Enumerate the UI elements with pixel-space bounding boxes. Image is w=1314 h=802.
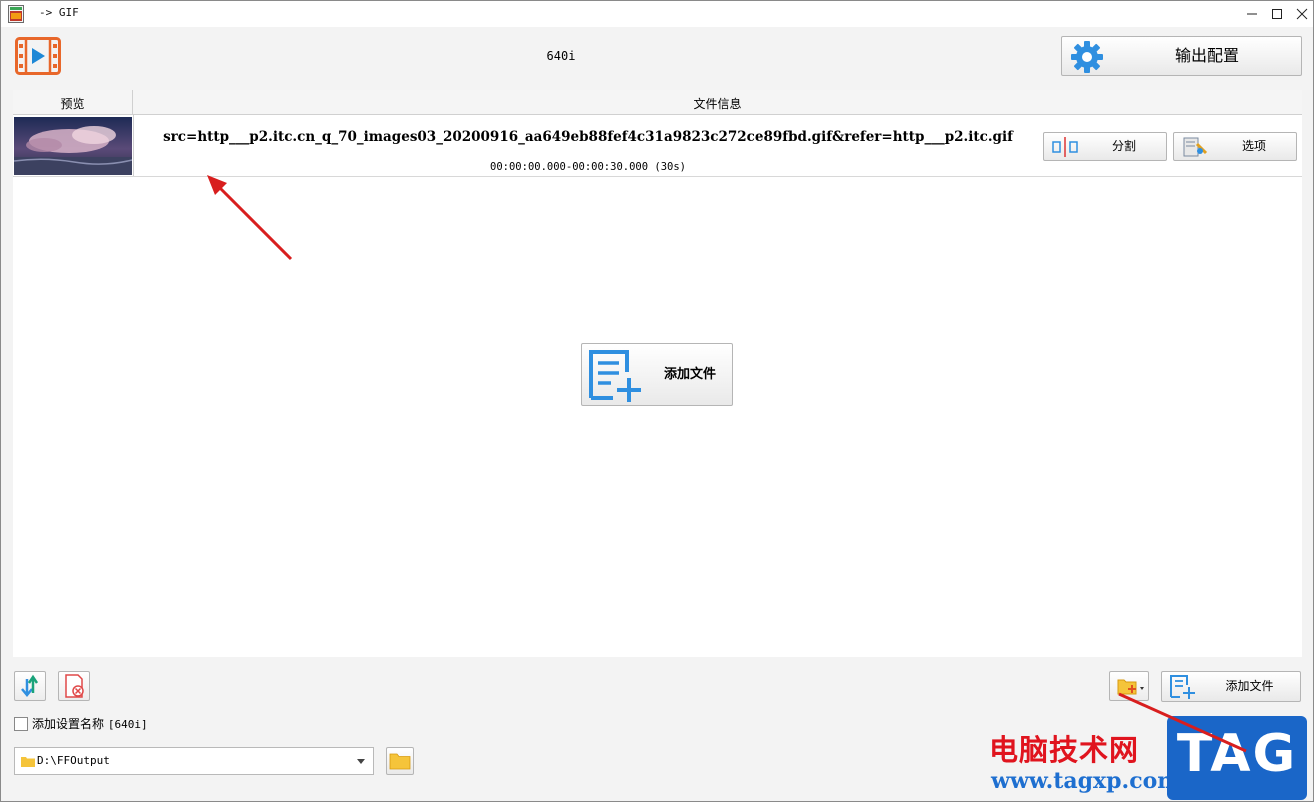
file-row[interactable]: src=http___p2.itc.cn_q_70_images03_20200… <box>13 115 1302 177</box>
file-list-header: 预览 文件信息 <box>13 90 1302 115</box>
output-path-value: D:\FFOutput <box>37 754 110 767</box>
add-file-label: 添加文件 <box>1225 679 1274 693</box>
column-header-file-info: 文件信息 <box>693 97 742 111</box>
split-label: 分割 <box>1111 139 1136 153</box>
sort-button[interactable] <box>14 671 46 701</box>
column-divider <box>133 115 134 176</box>
options-settings-icon <box>1183 137 1208 157</box>
sort-arrows-icon <box>21 674 39 697</box>
watermark-tag-logo: TAG <box>1167 716 1307 800</box>
watermark-text: 电脑技术网 <box>989 733 1140 767</box>
column-header-preview: 预览 <box>13 90 133 114</box>
options-label: 选项 <box>1241 139 1266 153</box>
folder-icon <box>21 757 35 767</box>
gear-icon <box>1071 41 1103 73</box>
minimize-icon <box>1247 13 1257 15</box>
window-title: -> GIF <box>39 6 79 19</box>
browse-folder-button[interactable] <box>386 747 414 775</box>
add-folder-button[interactable] <box>1109 671 1149 701</box>
add-file-center-button[interactable]: 添加文件 <box>581 343 733 406</box>
close-button[interactable] <box>1287 1 1313 27</box>
watermark-tag-text: TAG <box>1176 724 1298 784</box>
add-file-icon <box>1170 675 1195 699</box>
add-profile-name-label: 添加设置名称 [640i] <box>32 715 148 732</box>
close-icon <box>1296 8 1308 20</box>
add-file-center-label: 添加文件 <box>663 367 716 382</box>
add-profile-name-text: 添加设置名称 <box>32 717 105 731</box>
output-config-label: 输出配置 <box>1174 46 1239 65</box>
add-profile-name-checkbox[interactable] <box>14 717 28 731</box>
header-bar: 640i 输出配置 <box>1 27 1313 89</box>
add-folder-icon <box>1117 679 1144 695</box>
preview-thumbnail <box>14 117 132 175</box>
app-icon <box>8 5 24 23</box>
add-file-icon <box>589 350 641 402</box>
maximize-icon <box>1272 9 1282 19</box>
delete-file-icon <box>65 674 84 698</box>
add-file-button[interactable]: 添加文件 <box>1161 671 1301 702</box>
folder-icon <box>389 753 411 770</box>
split-icon <box>1052 137 1078 157</box>
output-config-button[interactable]: 输出配置 <box>1061 36 1302 76</box>
split-button[interactable]: 分割 <box>1043 132 1167 161</box>
watermark-url: www.tagxp.com <box>991 768 1181 794</box>
output-path-dropdown[interactable]: D:\FFOutput <box>14 747 374 775</box>
profile-name: 640i <box>546 49 576 63</box>
chevron-down-icon <box>357 759 365 764</box>
file-name: src=http___p2.itc.cn_q_70_images03_20200… <box>163 129 1013 145</box>
app-window: -> GIF 640i 输出配置 预览 文件信息 src=http___p2.i… <box>0 0 1314 802</box>
remove-all-button[interactable] <box>58 671 90 701</box>
add-profile-name-value: [640i] <box>107 718 148 731</box>
video-film-logo-icon <box>15 37 61 75</box>
file-time-range: 00:00:00.000-00:00:30.000 (30s) <box>490 161 686 173</box>
options-button[interactable]: 选项 <box>1173 132 1297 161</box>
title-bar: -> GIF <box>1 1 1313 27</box>
